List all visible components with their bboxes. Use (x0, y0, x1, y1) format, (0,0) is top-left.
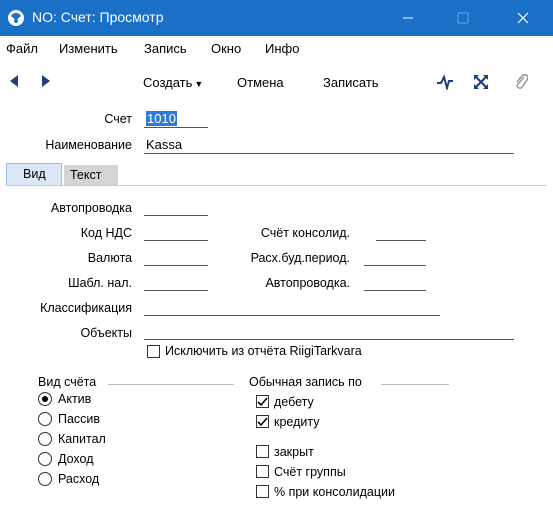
menu-file[interactable]: Файл (6, 41, 38, 56)
credit-label: кредиту (274, 415, 320, 429)
radio-income-label: Доход (58, 452, 94, 466)
credit-checkbox[interactable] (256, 415, 269, 428)
create-button[interactable]: Создать ▼ (143, 75, 203, 90)
radio-expense[interactable] (38, 472, 52, 486)
menu-bar: Файл Изменить Запись Окно Инфо (0, 36, 553, 62)
tab-divider (6, 185, 546, 186)
normal-entry-title: Обычная запись по (249, 375, 362, 389)
cancel-button[interactable]: Отмена (237, 75, 284, 90)
tab-text[interactable]: Текст (64, 165, 118, 185)
currency-label: Валюта (87, 251, 132, 265)
name-label: Наименование (45, 138, 132, 152)
prev-record-icon[interactable] (8, 73, 20, 92)
radio-equity-label: Капитал (58, 432, 106, 446)
menu-edit[interactable]: Изменить (59, 41, 118, 56)
tax-template-field[interactable] (144, 273, 208, 291)
create-button-label: Создать (143, 75, 193, 90)
exclude-checkbox[interactable] (147, 345, 160, 358)
attachment-icon[interactable] (514, 73, 529, 94)
autopost2-label: Автопроводка. (265, 276, 350, 290)
autopost-label: Автопроводка (50, 201, 132, 215)
group-account-label: Счёт группы (274, 465, 346, 479)
tax-template-label: Шабл. нал. (68, 276, 132, 290)
consol-account-field[interactable] (376, 223, 426, 241)
radio-liability-label: Пассив (58, 412, 101, 426)
radio-asset[interactable] (38, 392, 52, 406)
vat-code-label: Код НДС (80, 226, 132, 240)
budget-period-label: Расх.буд.период. (250, 251, 350, 265)
minimize-button[interactable] (385, 0, 431, 36)
objects-field[interactable] (144, 322, 514, 340)
close-button[interactable] (500, 0, 546, 36)
toolbar: Создать ▼ Отмена Записать (0, 62, 553, 102)
budget-period-field[interactable] (364, 248, 426, 266)
group-account-checkbox[interactable] (256, 465, 269, 478)
tab-view[interactable]: Вид (6, 163, 62, 185)
menu-window[interactable]: Окно (211, 41, 241, 56)
menu-record[interactable]: Запись (144, 41, 187, 56)
radio-asset-label: Актив (58, 392, 92, 406)
autopost-field[interactable] (144, 198, 208, 216)
account-type-title: Вид счёта (38, 375, 97, 389)
debit-label: дебету (274, 395, 314, 409)
save-button[interactable]: Записать (323, 75, 379, 90)
consol-pct-checkbox[interactable] (256, 485, 269, 498)
checkmark-icon (257, 417, 268, 427)
closed-checkbox[interactable] (256, 445, 269, 458)
app-icon (7, 9, 25, 27)
checkmark-icon (257, 397, 268, 407)
next-record-icon[interactable] (40, 73, 52, 92)
currency-field[interactable] (144, 248, 208, 266)
account-type-divider (108, 384, 234, 385)
normal-entry-divider (381, 384, 449, 385)
closed-label: закрыт (274, 445, 314, 459)
radio-equity[interactable] (38, 432, 52, 446)
radio-expense-label: Расход (58, 472, 100, 486)
name-field[interactable]: Kassa (144, 136, 514, 154)
radio-liability[interactable] (38, 412, 52, 426)
account-field[interactable]: 1010 (144, 110, 208, 128)
account-label: Счет (104, 112, 132, 126)
activity-icon[interactable] (436, 74, 454, 93)
maximize-button[interactable] (440, 0, 486, 36)
autopost2-field[interactable] (364, 273, 426, 291)
consol-account-label: Счёт консолид. (260, 226, 350, 240)
account-value: 1010 (146, 111, 177, 126)
exclude-label: Исключить из отчёта RiigiTarkvara (165, 344, 362, 358)
consol-pct-label: % при консолидации (274, 485, 395, 499)
debit-checkbox[interactable] (256, 395, 269, 408)
menu-info[interactable]: Инфо (265, 41, 299, 56)
expand-icon[interactable] (473, 74, 489, 93)
radio-income[interactable] (38, 452, 52, 466)
objects-label: Объекты (80, 326, 132, 340)
window-title: NO: Счет: Просмотр (32, 9, 164, 25)
classification-label: Классификация (40, 301, 132, 315)
classification-field[interactable] (144, 298, 440, 316)
vat-code-field[interactable] (144, 223, 208, 241)
title-bar: NO: Счет: Просмотр (0, 0, 553, 36)
chevron-down-icon: ▼ (194, 79, 204, 89)
